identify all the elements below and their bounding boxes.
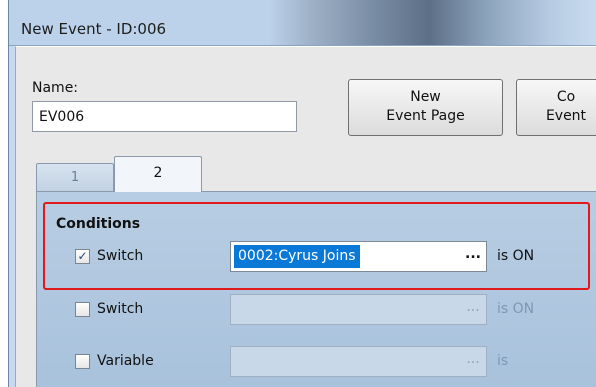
switch-2-browse-button: ... [466, 299, 480, 315]
variable-suffix: is [497, 353, 509, 369]
new-event-page-button[interactable]: New Event Page [348, 79, 503, 136]
copy-event-page-button[interactable]: Co Event [516, 79, 596, 136]
new-event-page-button-line1: New [410, 89, 441, 105]
copy-event-page-button-line2: Event [545, 108, 587, 124]
tab-page-2[interactable]: 2 [114, 156, 202, 192]
tab-page-1[interactable]: 1 [36, 163, 114, 191]
highlight-annotation [43, 202, 590, 290]
name-label: Name: [32, 80, 79, 96]
new-event-page-button-line2: Event Page [386, 108, 465, 124]
switch-2-label: Switch [97, 301, 144, 317]
switch-2-suffix: is ON [497, 301, 535, 317]
copy-event-page-button-line1: Co [556, 89, 576, 105]
switch-2-checkbox[interactable] [75, 302, 90, 317]
title-bar[interactable]: New Event - ID:006 [9, 0, 596, 46]
switch-2-field: ... [230, 294, 487, 325]
variable-label: Variable [97, 353, 154, 369]
name-input[interactable] [32, 101, 297, 132]
variable-field: ... [230, 346, 487, 377]
variable-browse-button: ... [466, 351, 480, 367]
window-title: New Event - ID:006 [21, 20, 167, 38]
variable-checkbox[interactable] [75, 354, 90, 369]
condition-row-variable: Variable ... is [0, 346, 596, 378]
condition-row-switch-2: Switch ... is ON [0, 294, 596, 326]
